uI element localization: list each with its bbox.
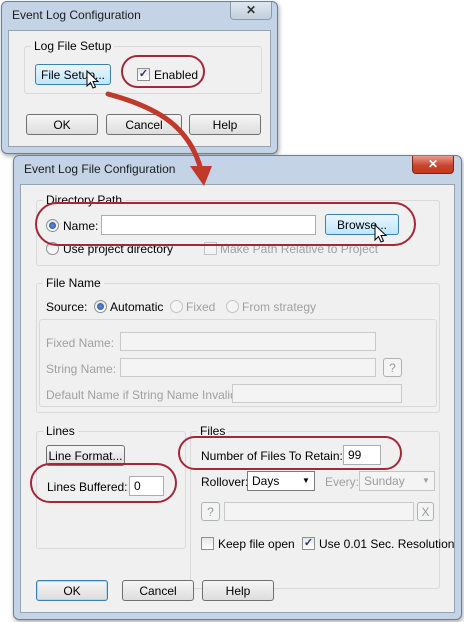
arrow-icon [105,91,212,186]
mouse-cursor-icon [86,70,100,89]
mouse-cursor-icon [374,224,388,243]
